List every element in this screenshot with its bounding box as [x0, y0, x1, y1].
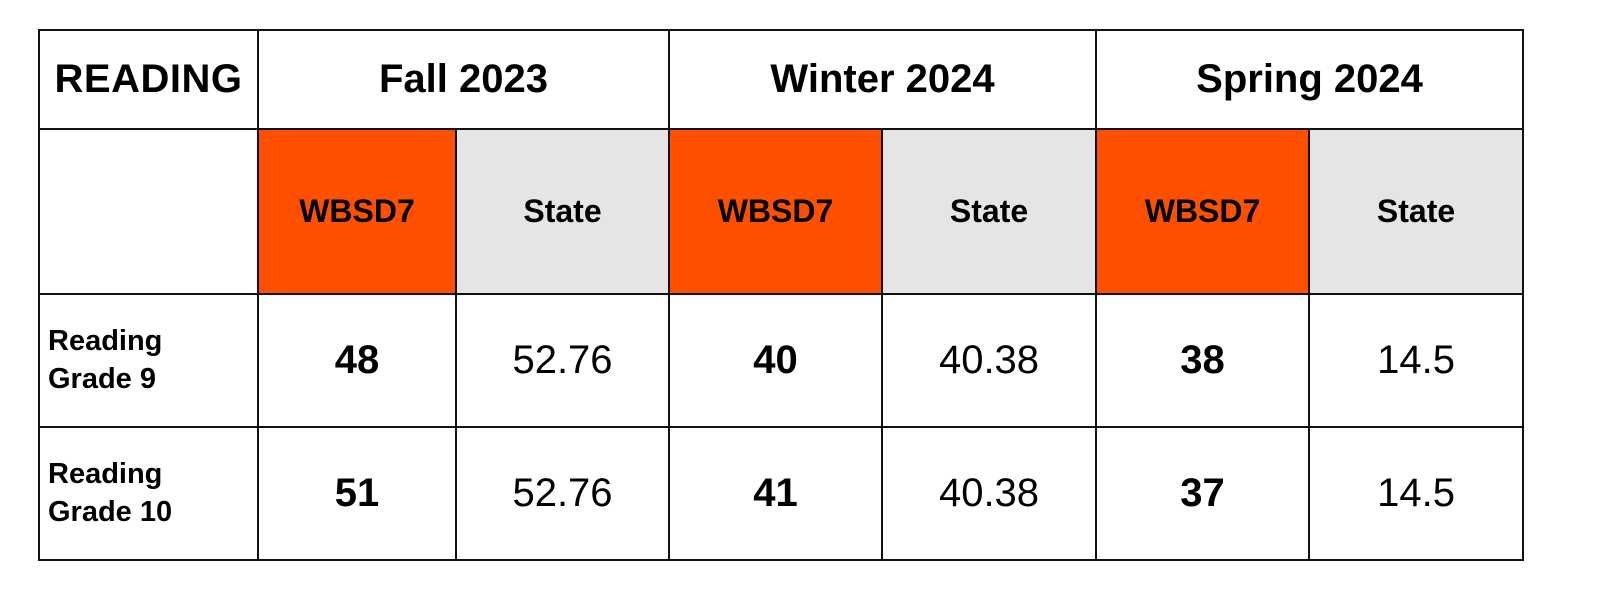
subheader-state: State [1308, 128, 1525, 295]
subheader-row: WBSD7 State WBSD7 State WBSD7 State [38, 128, 1525, 295]
state-value: 52.76 [454, 426, 671, 561]
subheader-state: State [454, 128, 671, 295]
subheader-state: State [881, 128, 1098, 295]
row-label: Reading Grade 9 [38, 293, 259, 428]
row-label-line1: Reading [48, 457, 163, 490]
district-value: 41 [668, 426, 884, 561]
table-row: Reading Grade 10 51 52.76 41 40.38 37 14.… [38, 426, 1525, 561]
state-value: 14.5 [1308, 293, 1525, 428]
row-label-line2: Grade 9 [48, 362, 156, 395]
term-header-fall-2023: Fall 2023 [256, 29, 671, 130]
reading-scores-table: READING Fall 2023 Winter 2024 Spring 202… [38, 29, 1525, 561]
subheader-district: WBSD7 [668, 128, 884, 295]
state-value: 40.38 [881, 426, 1098, 561]
row-label: Reading Grade 10 [38, 426, 259, 561]
district-value: 48 [257, 293, 457, 428]
state-value: 52.76 [454, 293, 671, 428]
term-header-spring-2024: Spring 2024 [1095, 29, 1525, 130]
state-value: 40.38 [881, 293, 1098, 428]
table-title: READING [38, 29, 259, 130]
row-label-line1: Reading [48, 324, 163, 357]
term-header-winter-2024: Winter 2024 [668, 29, 1098, 130]
subheader-district: WBSD7 [1095, 128, 1311, 295]
row-label-line2: Grade 10 [48, 495, 173, 528]
term-header-row: READING Fall 2023 Winter 2024 Spring 202… [38, 29, 1525, 130]
district-value: 37 [1095, 426, 1311, 561]
district-value: 40 [668, 293, 884, 428]
district-value: 51 [257, 426, 457, 561]
district-value: 38 [1095, 293, 1311, 428]
subheader-district: WBSD7 [257, 128, 457, 295]
table-row: Reading Grade 9 48 52.76 40 40.38 38 14.5 [38, 293, 1525, 428]
state-value: 14.5 [1308, 426, 1525, 561]
empty-corner-cell [38, 128, 259, 295]
